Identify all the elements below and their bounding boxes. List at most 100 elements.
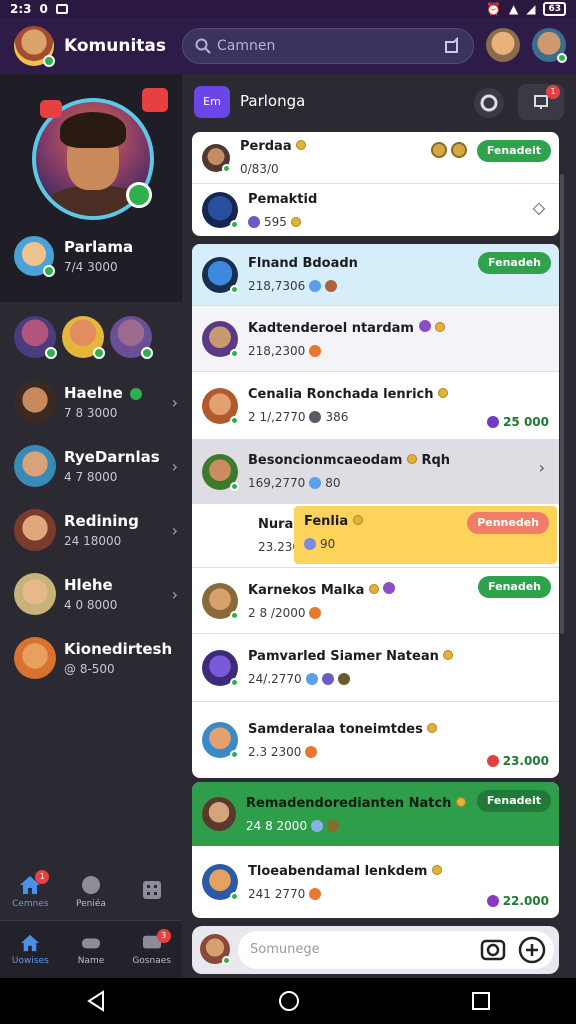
list-item[interactable]: Tloeabendamal lenkdem 241 2770 22.000 xyxy=(192,846,559,918)
shield-icon xyxy=(309,280,322,292)
profile-user[interactable]: Parlama 7/4 3000 xyxy=(14,236,134,277)
highlight-block[interactable]: Fenlia 90 Pennedeh xyxy=(294,506,557,564)
item-sub: 2 8 /2000 xyxy=(248,605,306,620)
tag-icon[interactable]: ◇ xyxy=(533,198,545,217)
dock-grid[interactable] xyxy=(124,880,180,904)
score-value: 25 000 xyxy=(503,415,549,429)
status-pill[interactable]: Pennedeh xyxy=(467,512,549,534)
list-item[interactable]: Pemaktid 595 ◇ xyxy=(192,184,559,236)
tab-label: Gosnaes xyxy=(132,955,171,966)
coin-icon xyxy=(368,583,379,594)
item-name: Karnekos Malka xyxy=(248,582,365,598)
online-indicator-icon xyxy=(43,55,55,67)
recent-avatar-1[interactable] xyxy=(14,316,57,359)
sidebar-item-ryedarnlas[interactable]: RyeDarnlas 4 7 8000 › xyxy=(14,438,182,494)
coin-icon xyxy=(290,216,301,227)
chat-card-2: Flnand Bdoadn 218,7306 Fenadeh Kadtender… xyxy=(192,244,559,778)
avatar xyxy=(202,722,239,759)
score-badge: 22.000 xyxy=(486,894,549,908)
status-pill[interactable]: Fenadeh xyxy=(478,576,551,598)
channel-title: Parlonga xyxy=(240,92,306,110)
dock-home[interactable]: 1 Cemnes xyxy=(2,870,58,909)
status-pill[interactable]: Fenadeh xyxy=(478,252,551,274)
gem-icon xyxy=(321,673,334,685)
camera-icon[interactable] xyxy=(480,938,506,962)
status-pill[interactable]: Fenadeit xyxy=(476,790,551,812)
profile-sub: 7/4 3000 xyxy=(64,260,118,274)
item-sub: 218,7306 xyxy=(248,279,306,293)
score-value: 22.000 xyxy=(502,894,549,908)
message-input[interactable]: Somunege xyxy=(238,931,554,969)
bottom-tabs: Uowises Name 3 Gosnaes xyxy=(0,920,182,978)
online-icon xyxy=(130,387,143,400)
friend-avatar-1[interactable] xyxy=(486,28,520,62)
recents-icon[interactable] xyxy=(471,991,491,1011)
home-circle-icon[interactable] xyxy=(278,990,300,1012)
sidebar-item-hlehe[interactable]: Hlehe 4 0 8000 › xyxy=(14,566,182,622)
search-input[interactable]: Camnen xyxy=(217,38,443,54)
user-avatar[interactable] xyxy=(14,26,55,67)
list-item[interactable]: Pamvarled Siamer Natean 24/.2770 xyxy=(192,634,559,702)
item-name-extra: Rqh xyxy=(421,453,451,468)
profile-name: Parlama xyxy=(64,238,134,256)
profile-panel: Parlama 7/4 3000 xyxy=(0,74,182,302)
list-item[interactable]: Remadendoredianten Natch 24 8 2000 Fenad… xyxy=(192,782,559,846)
shield-icon xyxy=(305,673,318,685)
chest-icon xyxy=(309,606,322,619)
list-item[interactable]: Nuragh 23.2300 Fenlia 90 Pennedeh xyxy=(192,504,559,568)
sidebar-item-haelne[interactable]: Haelne 7 8 3000 › xyxy=(14,374,182,430)
search-bar[interactable]: Camnen xyxy=(182,28,474,64)
list-item[interactable]: Perdaa 0/83/0 Fenadeit xyxy=(192,132,559,184)
tab-games[interactable]: 3 Gosnaes xyxy=(124,928,180,966)
online-indicator-icon xyxy=(557,53,567,63)
recent-avatar-2[interactable] xyxy=(62,316,105,359)
top-bar: Komunitas Camnen xyxy=(0,18,576,74)
item-name: Samderalaa toneimtdes xyxy=(248,721,423,737)
avatar xyxy=(202,143,231,173)
search-icon xyxy=(195,38,211,54)
coin-icon xyxy=(435,321,446,332)
status-pill[interactable]: Fenadeit xyxy=(476,140,551,162)
friend-avatar-2[interactable] xyxy=(532,28,567,63)
record-button[interactable] xyxy=(474,88,504,118)
scrollbar[interactable] xyxy=(560,174,564,634)
controller-icon xyxy=(81,938,100,948)
recent-avatar-3[interactable] xyxy=(110,316,153,359)
avatar xyxy=(14,509,56,551)
list-item[interactable]: Flnand Bdoadn 218,7306 Fenadeh xyxy=(192,244,559,306)
tag-icon xyxy=(309,411,322,423)
highlight-name: Fenlia xyxy=(304,514,349,529)
list-item[interactable]: Karnekos Malka 2 8 /2000 Fenadeh xyxy=(192,568,559,634)
sidebar-item-redining[interactable]: Redining 24 18000 › xyxy=(14,502,182,558)
channel-chip[interactable]: Em xyxy=(194,86,230,118)
record-icon xyxy=(480,94,498,112)
item-sub: 169,2770 xyxy=(248,476,306,490)
list-item[interactable]: Kadtenderoel ntardam 218,2300 xyxy=(192,306,559,372)
item-name: Perdaa xyxy=(240,139,292,154)
sidebar-item-sub: 4 7 8000 xyxy=(64,470,118,484)
sidebar-item-label: Redining xyxy=(64,512,139,530)
list-item[interactable]: Besoncionmcaeodam Rqh 169,2770 80 › xyxy=(192,440,559,504)
pet-icon xyxy=(337,673,350,685)
sidebar-item-kionedirtesh[interactable]: Kionedirtesh @ 8-500 xyxy=(14,630,182,686)
edit-icon[interactable] xyxy=(142,88,168,112)
tab-home[interactable]: Uowises xyxy=(2,934,58,966)
channel-header: Em Parlonga 1 xyxy=(182,74,576,130)
item-name: Kadtenderoel ntardam xyxy=(248,320,414,336)
compose-icon[interactable] xyxy=(443,37,461,55)
gem-icon xyxy=(486,895,499,907)
back-icon[interactable] xyxy=(85,990,107,1012)
item-name: Cenalia Ronchada lenrich xyxy=(248,387,434,402)
level-up-icon xyxy=(126,182,152,208)
tab-name[interactable]: Name xyxy=(63,934,119,966)
chest-icon xyxy=(309,344,322,357)
list-item[interactable]: Cenalia Ronchada lenrich 2 1/,2770 386 25… xyxy=(192,372,559,440)
avatar xyxy=(14,573,56,615)
potion-icon xyxy=(418,319,431,332)
chevron-right-icon[interactable]: › xyxy=(539,458,545,477)
app-root: 2:3 0 ⏰ ▲ ◢ 63 Komunitas Camnen Parlama … xyxy=(0,0,576,1024)
list-item[interactable]: Samderalaa toneimtdes 2.3 2300 23.000 xyxy=(192,702,559,778)
dock-games[interactable]: Peniéa xyxy=(63,875,119,909)
avatar xyxy=(14,637,56,679)
add-icon[interactable] xyxy=(518,936,546,964)
